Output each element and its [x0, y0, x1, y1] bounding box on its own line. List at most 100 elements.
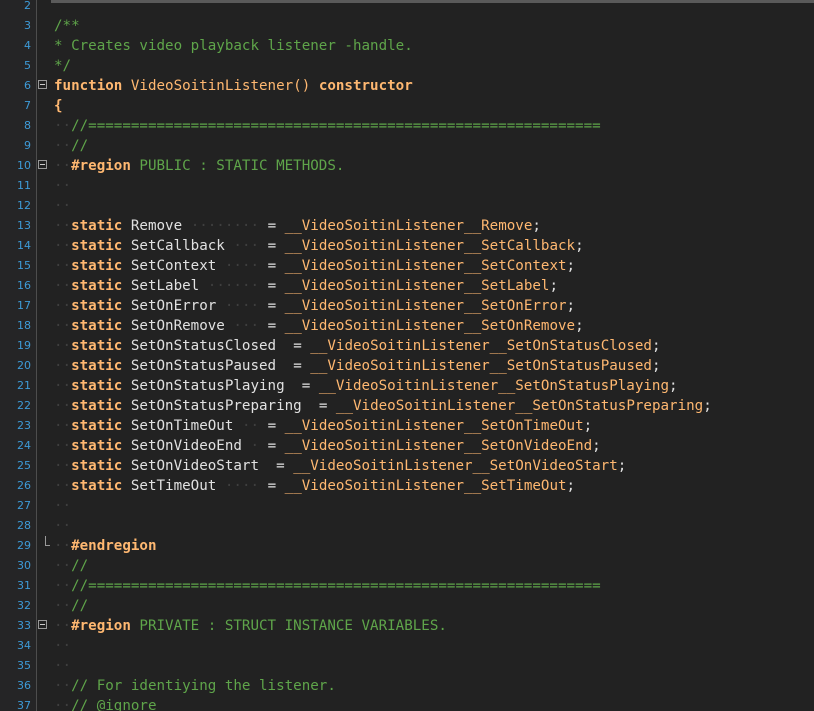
function-reference: __VideoSoitinListener__SetOnVideoEnd — [284, 438, 593, 454]
whitespace-marker: ·· — [54, 458, 72, 474]
comment: // — [71, 558, 89, 574]
code-line[interactable]: 34 ·· — [0, 636, 814, 656]
code-line[interactable]: 17 ··static SetOnError ···· = __VideoSoit… — [0, 296, 814, 316]
semicolon: ; — [703, 398, 712, 414]
code-line[interactable]: 13 ··static Remove ········ = __VideoSoit… — [0, 216, 814, 236]
keyword: static — [71, 318, 123, 334]
fold-minus-icon[interactable] — [38, 620, 47, 629]
code-line[interactable]: 7{ — [0, 96, 814, 116]
keyword: static — [71, 278, 123, 294]
semicolon: ; — [575, 238, 584, 254]
fold-minus-icon[interactable] — [38, 160, 47, 169]
keyword: static — [71, 358, 123, 374]
whitespace-marker: ·· — [54, 158, 72, 174]
code-line[interactable]: 22 ··static SetOnStatusPreparing = __Vide… — [0, 396, 814, 416]
code-line[interactable]: 24 ··static SetOnVideoEnd · = __VideoSoit… — [0, 436, 814, 456]
code-line[interactable]: 11 ·· — [0, 176, 814, 196]
code-text: ·· — [54, 636, 71, 656]
code-text: ··static SetLabel ······ = __VideoSoitin… — [54, 276, 558, 296]
whitespace-marker: ··· — [233, 238, 260, 254]
code-line[interactable]: 31 ··//==================================… — [0, 576, 814, 596]
semicolon: ; — [575, 318, 584, 334]
method-name: SetContext — [130, 258, 217, 274]
code-line[interactable]: 16 ··static SetLabel ······ = __VideoSoit… — [0, 276, 814, 296]
line-number: 11 — [17, 179, 31, 192]
code-line[interactable]: 23 ··static SetOnTimeOut ·· = __VideoSoit… — [0, 416, 814, 436]
code-line[interactable]: 2 — [0, 0, 814, 16]
whitespace-marker: ·· — [54, 578, 72, 594]
code-text: ··// — [54, 136, 88, 156]
code-line[interactable]: 18 ··static SetOnRemove ··· = __VideoSoit… — [0, 316, 814, 336]
code-line[interactable]: 26 ··static SetTimeOut ···· = __VideoSoit… — [0, 476, 814, 496]
code-line[interactable]: 12 ·· — [0, 196, 814, 216]
code-line[interactable]: 28 ·· — [0, 516, 814, 536]
semicolon: ; — [669, 378, 678, 394]
code-line[interactable]: 8 ··//===================================… — [0, 116, 814, 136]
code-line[interactable]: 15 ··static SetContext ···· = __VideoSoit… — [0, 256, 814, 276]
keyword: static — [71, 258, 123, 274]
line-number: 36 — [17, 679, 31, 692]
code-line[interactable]: 14 ··static SetCallback ··· = __VideoSoit… — [0, 236, 814, 256]
method-name: SetLabel — [130, 278, 200, 294]
code-line[interactable]: 36 ··// For identiying the listener. — [0, 676, 814, 696]
code-line[interactable]: 29 ··#endregion — [0, 536, 814, 556]
doc-comment: * Creates video playback listener -handl… — [54, 38, 413, 54]
whitespace-marker: ·· — [54, 598, 72, 614]
code-line[interactable]: 33 ··#region PRIVATE : STRUCT INSTANCE VA… — [0, 616, 814, 636]
code-line[interactable]: 3 /** — [0, 16, 814, 36]
line-number: 30 — [17, 559, 31, 572]
code-line[interactable]: 21 ··static SetOnStatusPlaying = __VideoS… — [0, 376, 814, 396]
code-text: ··static SetTimeOut ···· = __VideoSoitin… — [54, 476, 575, 496]
whitespace-marker: ·· — [54, 618, 72, 634]
code-line[interactable]: 30 ··// — [0, 556, 814, 576]
code-text: ··static SetOnError ···· = __VideoSoitin… — [54, 296, 575, 316]
code-line[interactable]: 20 ··static SetOnStatusPaused = __VideoSo… — [0, 356, 814, 376]
code-text: ··// For identiying the listener. — [54, 676, 336, 696]
line-number: 28 — [17, 519, 31, 532]
code-line[interactable]: 27 ·· — [0, 496, 814, 516]
code-line[interactable]: 25 ··static SetOnVideoStart = __VideoSoit… — [0, 456, 814, 476]
code-text: ··static SetOnVideoEnd · = __VideoSoitin… — [54, 436, 601, 456]
function-reference: __VideoSoitinListener__SetOnStatusPlayin… — [318, 378, 670, 394]
line-number: 3 — [24, 19, 31, 32]
code-line[interactable]: 19 ··static SetOnStatusClosed = __VideoSo… — [0, 336, 814, 356]
code-line[interactable]: 35 ·· — [0, 656, 814, 676]
code-editor[interactable]: 2 3/** 4 * Creates video playback listener … — [0, 0, 814, 711]
keyword: static — [71, 478, 123, 494]
line-number: 32 — [17, 599, 31, 612]
assign-operator: = — [259, 478, 285, 494]
line-number: 18 — [17, 319, 31, 332]
code-line[interactable]: 4 * Creates video playback listener -hand… — [0, 36, 814, 56]
whitespace-marker: ·· — [54, 338, 72, 354]
whitespace-marker: ·· — [54, 418, 72, 434]
fold-minus-icon[interactable] — [38, 80, 47, 89]
code-text: ··#region PRIVATE : STRUCT INSTANCE VARI… — [54, 616, 447, 636]
code-line[interactable]: 6 function VideoSoitinListener() construc… — [0, 76, 814, 96]
keyword: constructor — [318, 78, 413, 94]
comment: // — [71, 598, 89, 614]
code-line[interactable]: 5 */ — [0, 56, 814, 76]
function-reference: __VideoSoitinListener__Remove — [284, 218, 533, 234]
code-text: ··static SetOnVideoStart = __VideoSoitin… — [54, 456, 626, 476]
whitespace-marker: ·· — [54, 218, 72, 234]
code-line[interactable]: 32 ··// — [0, 596, 814, 616]
assign-operator: = — [284, 338, 311, 354]
code-line[interactable]: 10 ··#region PUBLIC : STATIC METHODS. — [0, 156, 814, 176]
keyword: static — [71, 338, 123, 354]
line-number: 17 — [17, 299, 31, 312]
function-name: VideoSoitinListener() — [130, 78, 311, 94]
whitespace-marker: ·· — [54, 378, 72, 394]
code-line[interactable]: 37 ··// @ignore — [0, 696, 814, 711]
line-number: 26 — [17, 479, 31, 492]
whitespace-marker: ·· — [54, 278, 72, 294]
assign-operator: = — [259, 418, 285, 434]
code-line[interactable]: 9 ··// — [0, 136, 814, 156]
code-text: { — [54, 96, 63, 116]
